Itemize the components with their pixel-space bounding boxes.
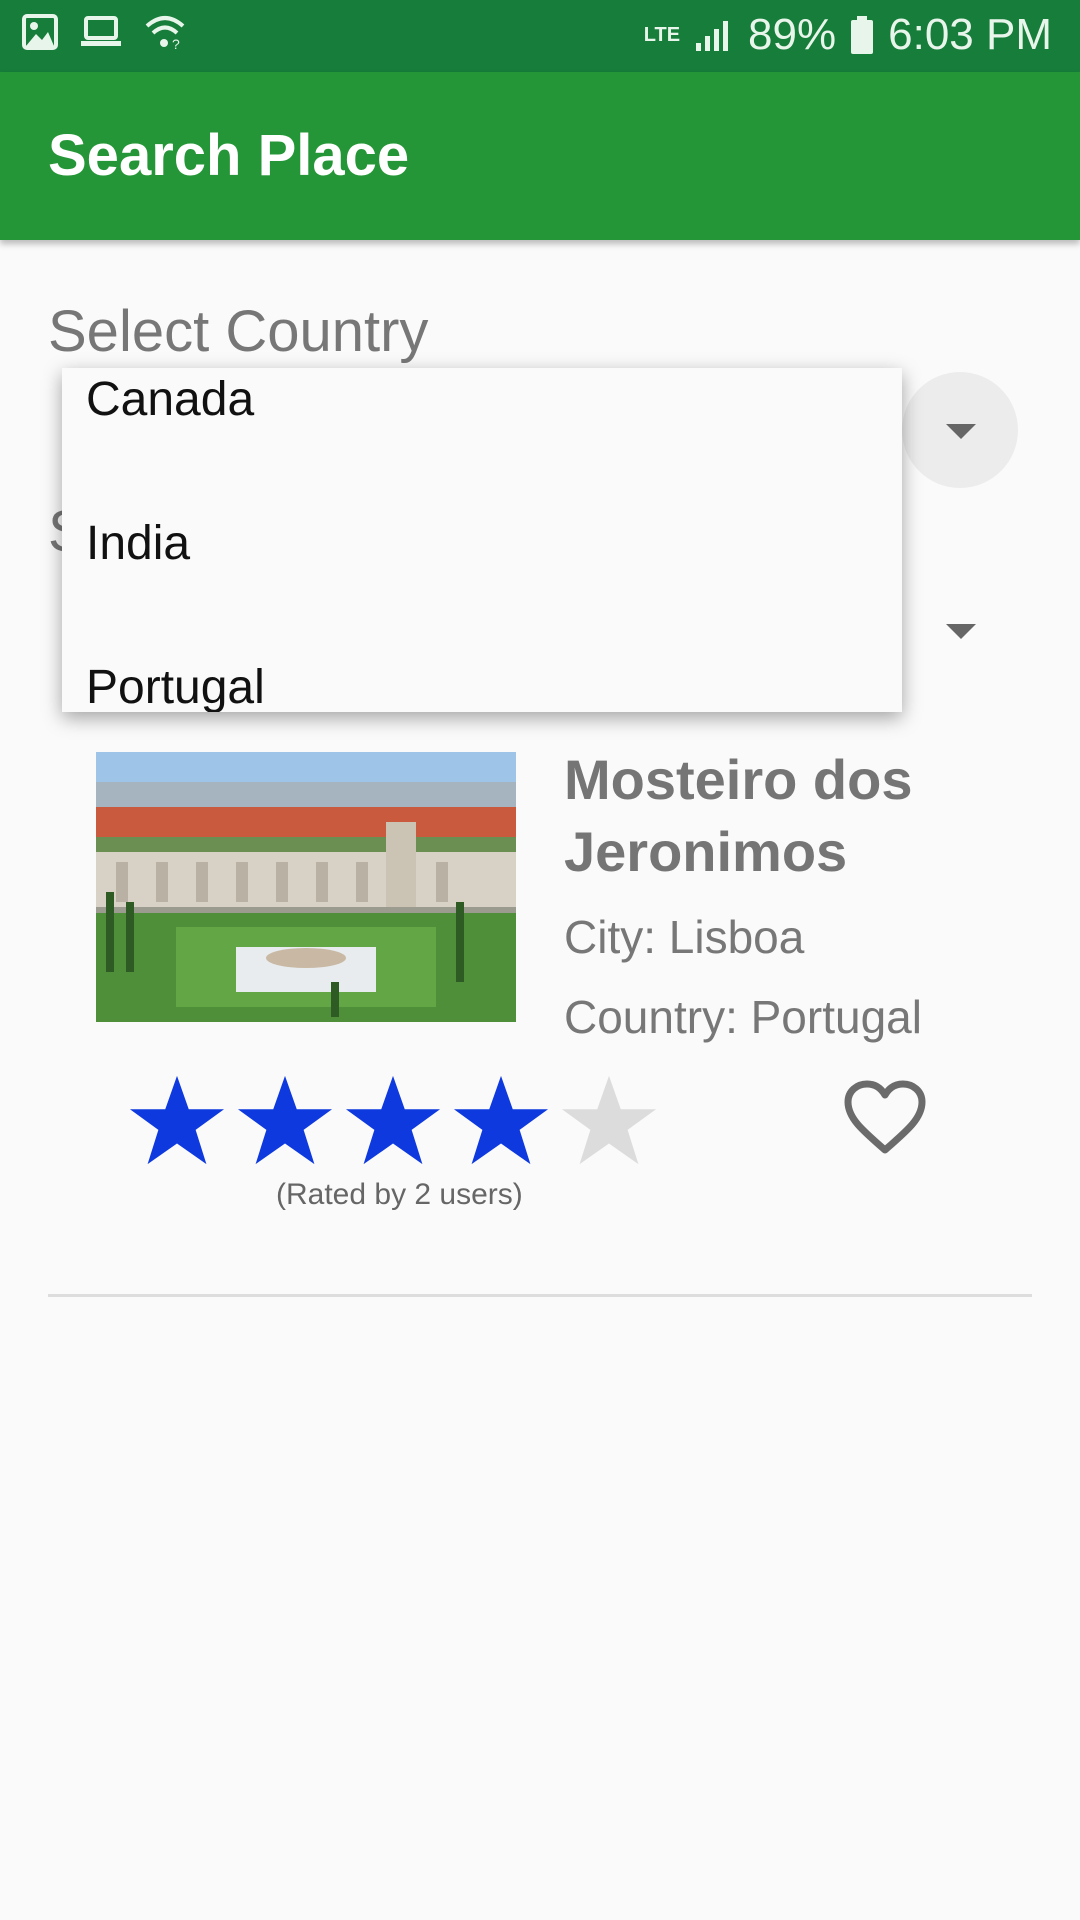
chevron-down-icon	[946, 624, 976, 639]
divider	[48, 1294, 1032, 1297]
network-type: LTE	[643, 24, 681, 46]
star-icon-filled[interactable]	[452, 1072, 550, 1170]
city-spinner[interactable]	[902, 572, 1018, 688]
image-icon	[22, 14, 58, 50]
star-icon-filled[interactable]	[344, 1072, 442, 1170]
dropdown-option-canada[interactable]: Canada	[86, 372, 254, 427]
rated-by-text: (Rated by 2 users)	[276, 1178, 523, 1211]
wifi-icon: ?	[144, 14, 186, 50]
status-bar: ? LTE 89% 6:03 PM	[0, 0, 1080, 72]
dropdown-option-portugal[interactable]: Portugal	[86, 660, 265, 712]
rating-bar[interactable]	[128, 1072, 658, 1170]
status-icons-right: LTE 89% 6:03 PM	[644, 10, 1052, 60]
clock: 6:03 PM	[888, 10, 1052, 59]
country-spinner[interactable]	[902, 372, 1018, 488]
country-dropdown: Canada India Portugal	[62, 368, 902, 712]
favorite-heart-icon[interactable]	[842, 1078, 928, 1161]
place-city: City: Lisboa	[564, 911, 805, 963]
star-icon-filled[interactable]	[128, 1072, 226, 1170]
place-thumbnail[interactable]	[96, 752, 516, 1022]
battery-percent: 89%	[748, 10, 837, 59]
dropdown-option-india[interactable]: India	[86, 516, 190, 571]
place-name: Mosteiro dos Jeronimos	[564, 748, 913, 883]
battery-icon	[850, 15, 874, 55]
country-label: Select Country	[48, 299, 429, 364]
page-title: Search Place	[48, 123, 410, 188]
app-bar: Search Place	[0, 72, 1080, 240]
star-icon-empty[interactable]	[560, 1072, 658, 1170]
star-icon-filled[interactable]	[236, 1072, 334, 1170]
signal-icon	[694, 17, 734, 53]
status-icons-left: ?	[22, 14, 186, 50]
chevron-down-icon	[946, 424, 976, 439]
place-country: Country: Portugal	[564, 991, 922, 1043]
laptop-icon	[80, 15, 122, 49]
svg-text:?: ?	[172, 36, 180, 50]
